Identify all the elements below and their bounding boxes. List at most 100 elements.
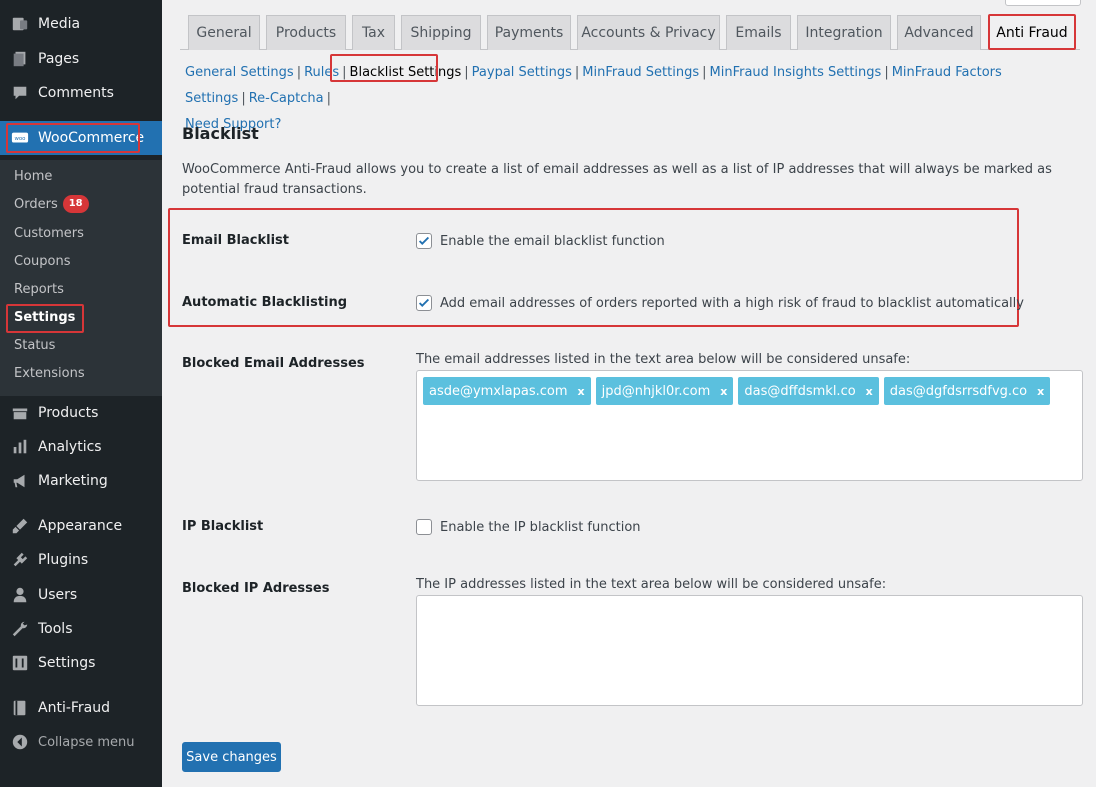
subnav-rules[interactable]: Rules <box>304 65 339 80</box>
svg-text:woo: woo <box>15 136 26 142</box>
email-chip: das@dffdsmkl.co x <box>738 377 879 405</box>
blocked-emails-label: Blocked Email Addresses <box>182 356 365 371</box>
appearance-icon <box>10 516 30 536</box>
anti-fraud-subnav: General Settings | Rules | Blacklist Setting… <box>185 65 1002 132</box>
save-changes-button[interactable]: Save changes <box>182 742 281 772</box>
menu-media[interactable]: Media <box>0 7 162 41</box>
comments-icon <box>10 83 30 103</box>
auto-blacklisting-label: Automatic Blacklisting <box>182 295 348 310</box>
blocked-ips-label: Blocked IP Adresses <box>182 581 330 596</box>
menu-users[interactable]: Users <box>0 578 162 612</box>
menu-plugins-label: Plugins <box>38 552 89 568</box>
chip-remove-button[interactable]: x <box>866 385 873 398</box>
tab-products[interactable]: Products <box>266 15 346 50</box>
submenu-home[interactable]: Home <box>14 165 52 187</box>
email-blacklist-label: Email Blacklist <box>182 233 289 248</box>
menu-users-label: Users <box>38 587 78 603</box>
menu-marketing[interactable]: Marketing <box>0 464 162 498</box>
tab-general[interactable]: General <box>188 15 260 50</box>
email-chip-text: das@dgfdsrrsdfvg.co <box>889 383 1028 399</box>
tab-integration[interactable]: Integration <box>797 15 891 50</box>
tab-anti-fraud[interactable]: Anti Fraud <box>989 15 1075 50</box>
subnav-blacklist-settings[interactable]: Blacklist Settings <box>350 65 462 80</box>
submenu-settings[interactable]: Settings <box>14 306 75 328</box>
email-chip: jpd@nhjkl0r.com x <box>595 377 734 405</box>
tab-advanced[interactable]: Advanced <box>897 15 981 50</box>
menu-anti-fraud-label: Anti-Fraud <box>38 700 111 716</box>
email-blacklist-checkbox[interactable] <box>416 233 432 249</box>
chip-remove-button[interactable]: x <box>720 385 727 398</box>
chip-remove-button[interactable]: x <box>1037 385 1044 398</box>
tab-tax[interactable]: Tax <box>352 15 395 50</box>
screen-options-edge <box>1005 0 1081 6</box>
chip-remove-button[interactable]: x <box>578 385 585 398</box>
blocked-ips-description: The IP addresses listed in the text area… <box>416 577 887 592</box>
settings-icon <box>10 653 30 673</box>
submenu-orders[interactable]: Orders 18 <box>14 193 89 215</box>
blocked-ips-textarea[interactable] <box>416 595 1083 706</box>
blocked-emails-textarea[interactable]: asde@ymxlapas.com x jpd@nhjkl0r.com x das@… <box>416 370 1083 481</box>
subnav-re-captcha[interactable]: Re-Captcha <box>249 91 324 106</box>
tab-shipping[interactable]: Shipping <box>401 15 481 50</box>
menu-appearance-label: Appearance <box>38 518 123 534</box>
ip-blacklist-checkbox[interactable] <box>416 519 432 535</box>
submenu-extensions[interactable]: Extensions <box>14 362 85 384</box>
marketing-icon <box>10 471 30 491</box>
products-icon <box>10 403 30 423</box>
email-blacklist-text: Enable the email blacklist function <box>440 233 665 249</box>
menu-media-label: Media <box>38 16 81 32</box>
menu-plugins[interactable]: Plugins <box>0 543 162 577</box>
email-chip-text: das@dffdsmkl.co <box>744 383 856 399</box>
email-chip: das@dgfdsrrsdfvg.co x <box>883 377 1051 405</box>
email-chip-list: asde@ymxlapas.com x jpd@nhjkl0r.com x das@… <box>417 371 1082 411</box>
menu-products[interactable]: Products <box>0 396 162 430</box>
subnav-paypal-settings[interactable]: Paypal Settings <box>472 65 572 80</box>
email-chip: asde@ymxlapas.com x <box>423 377 591 405</box>
email-blacklist-option: Enable the email blacklist function <box>416 233 665 249</box>
menu-tools-label: Tools <box>38 621 73 637</box>
page-title: Blacklist <box>182 124 259 143</box>
collapse-icon <box>10 732 30 752</box>
submenu-coupons[interactable]: Coupons <box>14 250 71 272</box>
orders-count-badge: 18 <box>62 195 89 213</box>
ip-blacklist-label: IP Blacklist <box>182 519 264 534</box>
submenu-status[interactable]: Status <box>14 334 55 356</box>
submenu-reports[interactable]: Reports <box>14 278 64 300</box>
menu-marketing-label: Marketing <box>38 473 108 489</box>
analytics-icon <box>10 437 30 457</box>
menu-pages-label: Pages <box>38 51 80 67</box>
woocommerce-icon: woo <box>10 128 30 148</box>
collapse-menu-button[interactable]: Collapse menu <box>0 725 162 759</box>
section-description: WooCommerce Anti-Fraud allows you to cre… <box>182 162 1052 197</box>
menu-tools[interactable]: Tools <box>0 612 162 646</box>
submenu-customers[interactable]: Customers <box>14 222 84 244</box>
subnav-minfraud-insights-settings[interactable]: MinFraud Insights Settings <box>710 65 882 80</box>
collapse-menu-label: Collapse menu <box>38 734 135 750</box>
tab-emails[interactable]: Emails <box>726 15 791 50</box>
menu-comments[interactable]: Comments <box>0 76 162 110</box>
menu-pages[interactable]: Pages <box>0 42 162 76</box>
media-icon <box>10 14 30 34</box>
users-icon <box>10 585 30 605</box>
ip-blacklist-text: Enable the IP blacklist function <box>440 519 641 535</box>
auto-blacklisting-text: Add email addresses of orders reported w… <box>440 295 1024 311</box>
menu-products-label: Products <box>38 405 99 421</box>
blocked-emails-description: The email addresses listed in the text a… <box>416 352 911 367</box>
tab-payments[interactable]: Payments <box>487 15 571 50</box>
menu-woocommerce[interactable]: woo WooCommerce <box>0 121 162 155</box>
email-chip-text: jpd@nhjkl0r.com <box>601 383 711 399</box>
subnav-minfraud-settings[interactable]: MinFraud Settings <box>582 65 699 80</box>
menu-appearance[interactable]: Appearance <box>0 509 162 543</box>
auto-blacklisting-checkbox[interactable] <box>416 295 432 311</box>
tools-icon <box>10 619 30 639</box>
woocommerce-submenu: Home Orders 18 Customers Coupons Reports… <box>0 160 162 396</box>
menu-analytics-label: Analytics <box>38 439 102 455</box>
plugins-icon <box>10 550 30 570</box>
tab-accounts-privacy[interactable]: Accounts & Privacy <box>577 15 720 50</box>
menu-anti-fraud[interactable]: Anti-Fraud <box>0 691 162 725</box>
menu-settings[interactable]: Settings <box>0 646 162 680</box>
admin-sidebar: Media Pages Comments woo WooCommerce Hom… <box>0 0 162 787</box>
subnav-general-settings[interactable]: General Settings <box>185 65 294 80</box>
menu-analytics[interactable]: Analytics <box>0 430 162 464</box>
submenu-orders-label: Orders <box>14 196 58 212</box>
